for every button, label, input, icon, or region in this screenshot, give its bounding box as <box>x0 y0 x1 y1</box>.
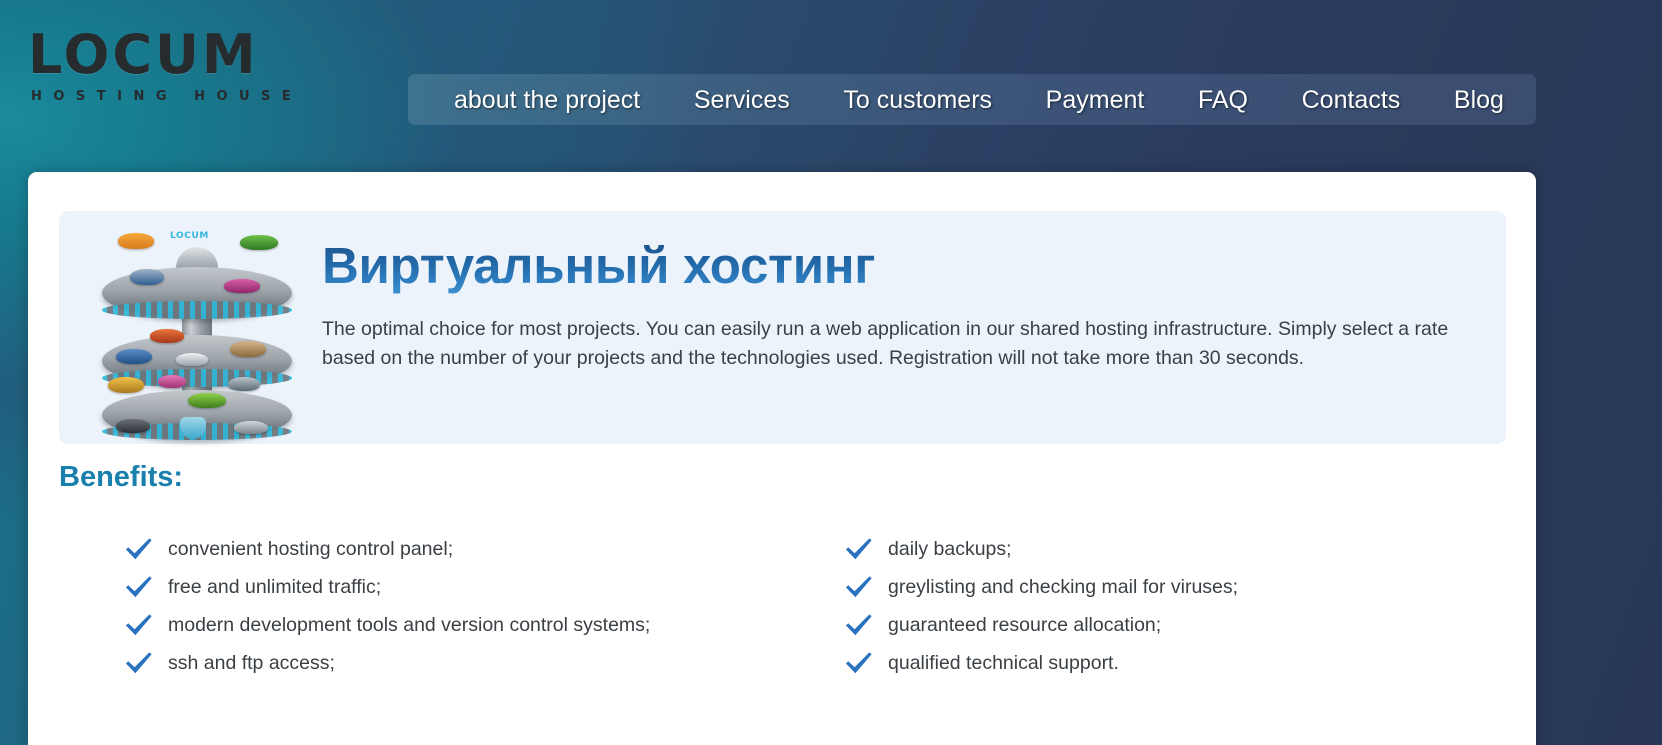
craft-magenta-icon <box>224 279 260 293</box>
list-item: free and unlimited traffic; <box>124 568 844 606</box>
site-header: LOCUM HOSTING HOUSE about the project Se… <box>0 0 1662 172</box>
check-icon <box>126 614 152 636</box>
craft-white-icon <box>176 353 208 366</box>
check-icon <box>126 538 152 560</box>
craft-lime-icon <box>188 393 226 408</box>
craft-blue-saucer-icon <box>130 269 164 285</box>
hero-description: The optimal choice for most projects. Yo… <box>322 318 1449 369</box>
content-panel: LOCUM Виртуальный хостинг The optimal ch… <box>28 172 1536 745</box>
virtual-hosting-illustration-icon: LOCUM <box>102 225 292 440</box>
check-icon <box>846 538 872 560</box>
craft-red-icon <box>150 329 184 343</box>
craft-steel-icon <box>228 377 260 391</box>
craft-silver-icon <box>234 421 268 434</box>
logo-tagline: HOSTING HOUSE <box>31 89 303 104</box>
hero-card: LOCUM Виртуальный хостинг The optimal ch… <box>59 211 1506 444</box>
craft-pink-icon <box>158 375 186 388</box>
list-item: greylisting and checking mail for viruse… <box>844 568 1514 606</box>
list-item: guaranteed resource allocation; <box>844 606 1514 644</box>
nav-blog[interactable]: Blog <box>1448 85 1510 115</box>
benefits-list: convenient hosting control panel; daily … <box>124 530 1514 682</box>
list-item: qualified technical support. <box>844 644 1514 682</box>
benefit-label: ssh and ftp access; <box>168 652 335 674</box>
benefit-label: convenient hosting control panel; <box>168 538 454 560</box>
list-item: convenient hosting control panel; <box>124 530 844 568</box>
hero-text-block: Виртуальный хостинг The optimal choice f… <box>322 237 1506 373</box>
illustration-locum-badge: LOCUM <box>170 231 209 241</box>
list-item: ssh and ftp access; <box>124 644 844 682</box>
check-icon <box>126 576 152 598</box>
nav-services[interactable]: Services <box>688 85 796 115</box>
nav-faq[interactable]: FAQ <box>1192 85 1254 115</box>
craft-dark-icon <box>116 419 150 433</box>
benefit-label: qualified technical support. <box>888 652 1119 674</box>
benefit-label: guaranteed resource allocation; <box>888 614 1162 636</box>
craft-green-icon <box>240 235 278 250</box>
site-logo[interactable]: LOCUM HOSTING HOUSE <box>28 26 378 107</box>
nav-to-customers[interactable]: To customers <box>837 85 998 115</box>
check-icon <box>126 652 152 674</box>
nav-about-the-project[interactable]: about the project <box>448 85 646 115</box>
benefit-label: greylisting and checking mail for viruse… <box>888 576 1239 598</box>
benefits-heading: Benefits: <box>59 461 184 493</box>
craft-yellow-saucer-icon <box>108 377 144 393</box>
page-root: LOCUM HOSTING HOUSE about the project Se… <box>0 0 1662 745</box>
list-item: modern development tools and version con… <box>124 606 844 644</box>
craft-orange-icon <box>118 233 154 249</box>
hero-title: Виртуальный хостинг <box>322 237 876 294</box>
craft-navy-icon <box>116 349 152 364</box>
check-icon <box>846 652 872 674</box>
benefit-label: daily backups; <box>888 538 1012 560</box>
check-icon <box>846 614 872 636</box>
main-navigation: about the project Services To customers … <box>408 74 1536 125</box>
check-icon <box>846 576 872 598</box>
nav-payment[interactable]: Payment <box>1040 85 1151 115</box>
list-item: daily backups; <box>844 530 1514 568</box>
nav-contacts[interactable]: Contacts <box>1296 85 1407 115</box>
benefit-label: modern development tools and version con… <box>168 614 651 636</box>
craft-tan-saucer-icon <box>230 341 266 357</box>
logo-wordmark: LOCUM <box>28 23 259 86</box>
benefit-label: free and unlimited traffic; <box>168 576 382 598</box>
